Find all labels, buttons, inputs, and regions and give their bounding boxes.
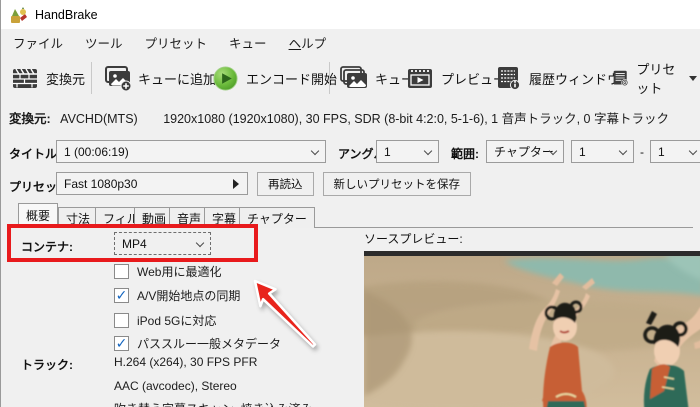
menu-queue[interactable]: キュー (218, 29, 278, 56)
tab-summary[interactable]: 概要 (18, 203, 59, 228)
preview-filmstrip-icon (408, 69, 432, 88)
presets-button[interactable]: プリセット (607, 59, 700, 97)
checkbox-av-align[interactable]: ✓ (114, 288, 129, 303)
menu-help[interactable]: ヘルプ (278, 29, 338, 56)
container-select[interactable]: MP4 (114, 232, 211, 255)
check-icon: ✓ (115, 334, 128, 351)
tab-audio[interactable]: 音声 (169, 207, 210, 228)
chevron-down-icon (618, 146, 628, 156)
presets-dropdown-arrow-icon[interactable] (689, 75, 697, 81)
menu-file[interactable]: ファイル (2, 29, 74, 56)
reload-preset-button[interactable]: 再読込 (257, 172, 314, 196)
source-info-row: 変換元: AVCHD(MTS) 1920x1080 (1920x1080), 3… (9, 108, 699, 127)
container-label: コンテナ: (21, 240, 73, 254)
tab-subtitles[interactable]: 字幕 (204, 207, 245, 228)
activity-window-button[interactable]: 履歴ウィンドウ (490, 59, 624, 97)
checkbox-ipod5g[interactable]: ✓ (114, 313, 129, 328)
add-to-queue-icon (105, 66, 131, 91)
handbrake-window: HandBrake ファイル ツール プリセット キュー ヘルプ 変換元 キュー… (0, 0, 700, 407)
start-encode-button[interactable]: エンコード開始 (208, 59, 341, 97)
chevron-down-icon (195, 238, 205, 248)
range-label: 範囲: (451, 147, 479, 161)
chevron-down-icon (310, 146, 320, 156)
open-source-button[interactable]: 変換元 (7, 59, 89, 97)
tab-video[interactable]: 動画 (134, 207, 175, 228)
preview-art (364, 251, 700, 407)
arrow-right-icon (233, 179, 239, 189)
checkbox-row-av-align: ✓ A/V開始地点の同期 (114, 287, 240, 304)
toolbar-separator (91, 62, 92, 94)
menu-presets[interactable]: プリセット (134, 29, 219, 56)
track-subtitle: 吹き替え字幕スキャン, 焼き込み済み (114, 400, 313, 407)
checkbox-label[interactable]: パススルー一般メタデータ (137, 335, 281, 352)
tab-chapters[interactable]: チャプター (239, 207, 315, 228)
toolbar-separator (329, 62, 330, 94)
source-preview-image (364, 251, 700, 407)
range-start-select[interactable]: 1 (571, 140, 634, 163)
tab-dimensions[interactable]: 寸法 (58, 207, 99, 228)
title-select[interactable]: 1 (00:06:19) (56, 140, 326, 163)
source-preview-label: ソースプレビュー: (364, 232, 463, 246)
preset-select[interactable]: Fast 1080p30 (56, 172, 248, 195)
menu-tools[interactable]: ツール (74, 29, 134, 56)
add-to-queue-label: キューに追加 (138, 71, 217, 87)
start-encode-play-icon (213, 65, 238, 91)
menu-bar: ファイル ツール プリセット キュー ヘルプ (1, 29, 700, 55)
start-encode-label: エンコード開始 (246, 71, 338, 87)
checkbox-label[interactable]: A/V開始地点の同期 (137, 287, 240, 304)
tracks-label: トラック: (21, 358, 73, 372)
range-type-select[interactable]: チャプター (486, 140, 564, 163)
source-details: 1920x1080 (1920x1080), 30 FPS, SDR (8-bi… (163, 112, 669, 126)
checkbox-web-optimized[interactable]: ✓ (114, 264, 129, 279)
handbrake-app-icon (11, 6, 27, 23)
checkbox-label[interactable]: iPod 5Gに対応 (137, 312, 216, 329)
angle-select[interactable]: 1 (376, 140, 439, 163)
source-format: AVCHD(MTS) (60, 112, 138, 126)
checkbox-row-web-optimized: ✓ Web用に最適化 (114, 263, 221, 280)
title-bar: HandBrake (1, 0, 700, 29)
range-end-select[interactable]: 1 (650, 140, 700, 163)
check-icon: ✓ (115, 286, 128, 303)
chevron-down-icon (423, 146, 433, 156)
window-title: HandBrake (35, 7, 98, 22)
activity-log-icon (498, 67, 521, 91)
presets-icon (613, 70, 629, 87)
checkbox-row-ipod5g: ✓ iPod 5Gに対応 (114, 312, 216, 329)
toolbar: 変換元 キューに追加 エンコード開始 キュー プレビュー 履歴ウィンドウ プリセ… (1, 55, 700, 101)
checkbox-row-passthru-metadata: ✓ パススルー一般メタデータ (114, 335, 281, 352)
checkbox-passthru-metadata[interactable]: ✓ (114, 336, 129, 351)
track-audio: AAC (avcodec), Stereo (114, 379, 237, 393)
tab-strip: 概要 寸法 フィルタ 動画 音声 字幕 チャプター (1, 203, 700, 228)
source-info-label: 変換元: (9, 112, 51, 126)
preset-buttons: 再読込 新しいプリセットを保存 (257, 172, 471, 196)
chevron-down-icon (688, 146, 698, 156)
queue-icon (340, 66, 367, 88)
clapperboard-icon (13, 68, 37, 88)
open-source-label: 変換元 (46, 71, 86, 87)
range-separator: - (640, 145, 644, 159)
save-new-preset-button[interactable]: 新しいプリセットを保存 (322, 172, 471, 196)
title-label: タイトル: (9, 147, 61, 161)
presets-label: プリセット (636, 62, 676, 96)
track-video: H.264 (x264), 30 FPS PFR (114, 355, 258, 369)
checkbox-label[interactable]: Web用に最適化 (137, 263, 221, 280)
